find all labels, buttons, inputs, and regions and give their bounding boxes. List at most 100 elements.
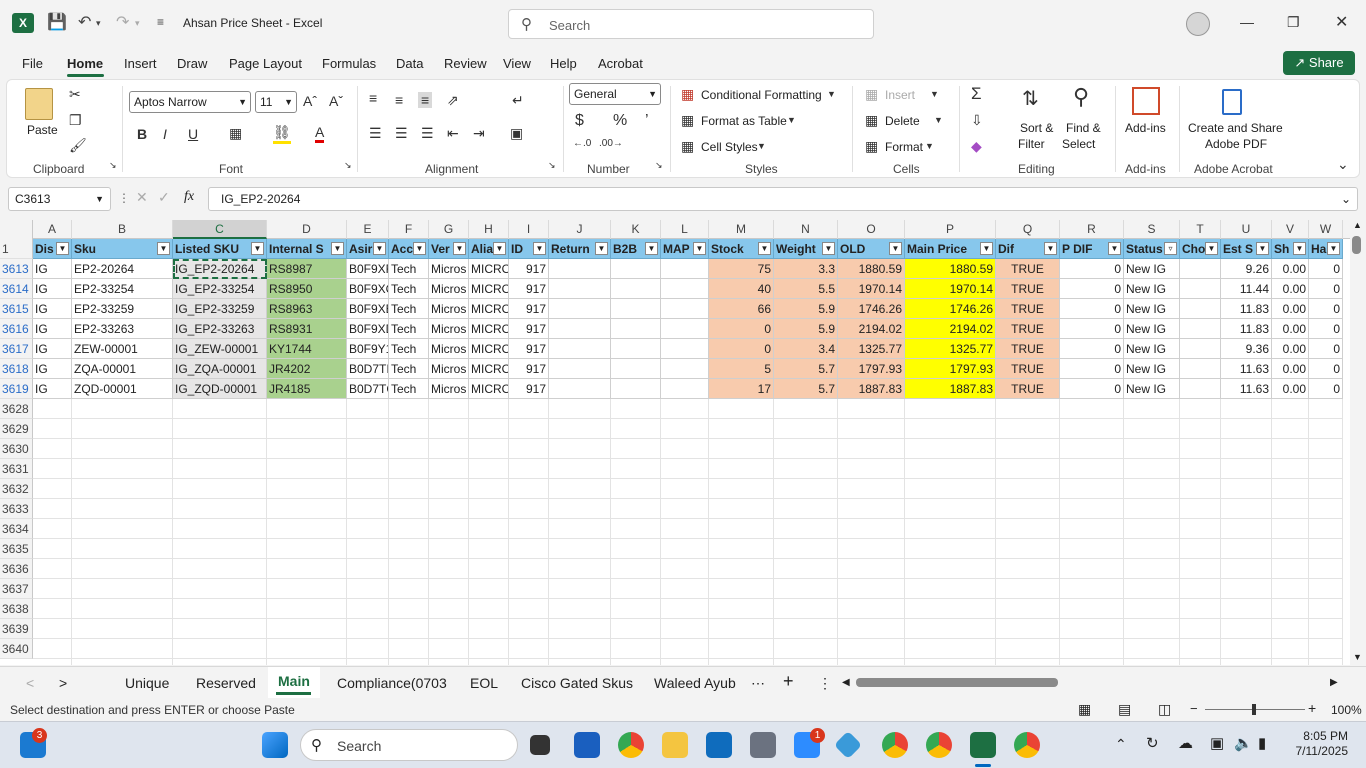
table-cell[interactable]: 0 [1309, 319, 1343, 339]
filter-dropdown-icon[interactable]: ▼ [980, 242, 993, 255]
table-cell[interactable]: 11.63 [1221, 359, 1272, 379]
row-number[interactable]: 1 [0, 239, 33, 259]
table-cell[interactable]: 1746.26 [838, 299, 905, 319]
table-cell[interactable] [549, 339, 611, 359]
table-cell[interactable]: 1880.59 [905, 259, 996, 279]
table-cell[interactable]: 0 [1309, 279, 1343, 299]
start-icon[interactable] [262, 732, 288, 758]
filter-dropdown-icon[interactable]: ▼ [157, 242, 170, 255]
table-cell[interactable] [1180, 259, 1221, 279]
name-box[interactable]: C3613 ▼ [8, 187, 111, 211]
column-header-l[interactable]: L [661, 220, 709, 239]
table-cell[interactable]: New IG [1124, 259, 1180, 279]
tab-insert[interactable]: Insert [124, 56, 157, 71]
filter-dropdown-icon[interactable]: ▼ [595, 242, 608, 255]
table-cell[interactable] [611, 299, 661, 319]
worksheet-grid[interactable]: ABCDEFGHIJKLMNOPQRSTUVW 1 Dis ▼ Sku ▼ Listed … [0, 220, 1350, 665]
column-header-e[interactable]: E [347, 220, 389, 239]
zoom-slider-thumb[interactable] [1252, 704, 1256, 715]
sheet-tab-main[interactable]: Main [278, 673, 310, 689]
volume-icon[interactable]: 🔈 [1234, 734, 1253, 752]
zoom-in-icon[interactable]: + [1308, 700, 1316, 716]
tab-file[interactable]: File [22, 56, 43, 71]
table-cell[interactable]: EP2-33254 [72, 279, 173, 299]
scroll-down-icon[interactable]: ▼ [1353, 652, 1362, 662]
table-cell[interactable]: 0.00 [1272, 319, 1309, 339]
currency-icon[interactable]: $ [575, 112, 584, 130]
vertical-scroll-thumb[interactable] [1352, 236, 1361, 254]
table-cell[interactable]: 917 [509, 359, 549, 379]
filter-active-icon[interactable]: ▿ [1164, 242, 1177, 255]
align-bottom-icon[interactable]: ≡ [418, 92, 433, 108]
table-cell[interactable]: 1325.77 [905, 339, 996, 359]
table-cell[interactable] [611, 319, 661, 339]
table-cell[interactable]: TRUE [996, 299, 1060, 319]
table-cell[interactable]: 11.44 [1221, 279, 1272, 299]
table-cell[interactable] [1180, 299, 1221, 319]
table-cell[interactable]: 5.7 [774, 379, 838, 399]
table-cell[interactable]: 75 [709, 259, 774, 279]
table-cell[interactable]: 0.00 [1272, 259, 1309, 279]
save-icon[interactable]: 💾 [47, 12, 67, 32]
filter-dropdown-icon[interactable]: ▼ [1293, 242, 1306, 255]
row-number[interactable]: 3632 [0, 479, 33, 499]
table-cell[interactable] [549, 259, 611, 279]
table-header-cell[interactable]: Cho ▼ [1180, 239, 1221, 259]
table-cell[interactable]: IG [33, 379, 72, 399]
table-cell[interactable]: 0 [1309, 259, 1343, 279]
table-cell[interactable]: TRUE [996, 359, 1060, 379]
table-cell[interactable]: ZQA-00001 [72, 359, 173, 379]
column-header-o[interactable]: O [838, 220, 905, 239]
cut-icon[interactable]: ✂ [69, 86, 81, 103]
row-number[interactable]: 3638 [0, 599, 33, 619]
table-cell[interactable]: ZEW-00001 [72, 339, 173, 359]
filter-dropdown-icon[interactable]: ▼ [822, 242, 835, 255]
table-cell[interactable]: 0.00 [1272, 279, 1309, 299]
bold-button[interactable]: B [137, 126, 147, 142]
find-select-label-1[interactable]: Find & [1066, 121, 1101, 135]
select-all-corner[interactable] [0, 220, 33, 239]
increase-decimal-icon[interactable]: ←.0 [573, 138, 591, 149]
insert-function-button[interactable]: fx [184, 189, 194, 205]
column-header-h[interactable]: H [469, 220, 509, 239]
sheet-tab-compliance[interactable]: Compliance(0703 [337, 675, 447, 691]
table-cell[interactable] [549, 319, 611, 339]
row-number[interactable]: 3618 [0, 359, 33, 379]
table-cell[interactable]: New IG [1124, 359, 1180, 379]
filter-dropdown-icon[interactable]: ▼ [1108, 242, 1121, 255]
increase-font-icon[interactable]: Aˆ [303, 93, 317, 109]
table-cell[interactable] [611, 259, 661, 279]
task-view-icon[interactable] [530, 735, 550, 755]
column-header-r[interactable]: R [1060, 220, 1124, 239]
table-cell[interactable]: 1880.59 [838, 259, 905, 279]
table-cell[interactable]: 917 [509, 259, 549, 279]
app-diamond-icon[interactable] [833, 730, 863, 760]
row-number[interactable]: 3635 [0, 539, 33, 559]
table-cell[interactable]: MICRO [469, 359, 509, 379]
clear-icon[interactable]: ◆ [971, 138, 982, 155]
orientation-icon[interactable]: ⇗ [447, 92, 459, 109]
table-cell[interactable]: 917 [509, 319, 549, 339]
table-cell[interactable]: IG_EP2-33259 [173, 299, 267, 319]
vertical-scrollbar[interactable]: ▲ ▼ [1350, 220, 1366, 665]
table-cell[interactable]: EP2-33259 [72, 299, 173, 319]
redo-dropdown-icon[interactable]: ▾ [135, 18, 140, 29]
table-cell[interactable]: TRUE [996, 379, 1060, 399]
store-icon[interactable] [574, 732, 600, 758]
table-header-cell[interactable]: Dif ▼ [996, 239, 1060, 259]
tab-acrobat[interactable]: Acrobat [598, 56, 643, 71]
table-header-cell[interactable]: Sku ▼ [72, 239, 173, 259]
format-cells-button[interactable]: Format [885, 140, 923, 154]
align-left-icon[interactable]: ☰ [369, 125, 382, 142]
clock[interactable]: 8:05 PM 7/11/2025 [1290, 729, 1349, 759]
table-cell[interactable]: TRUE [996, 279, 1060, 299]
table-cell[interactable] [1180, 279, 1221, 299]
table-cell[interactable]: ZQD-00001 [72, 379, 173, 399]
chrome-profile-3-icon[interactable] [1014, 732, 1040, 758]
table-cell[interactable]: JR4185 [267, 379, 347, 399]
row-number[interactable]: 3616 [0, 319, 33, 339]
format-as-table-button[interactable]: Format as Table [701, 114, 787, 128]
column-header-c[interactable]: C [173, 220, 267, 239]
row-number[interactable]: 3614 [0, 279, 33, 299]
table-cell[interactable]: 11.83 [1221, 319, 1272, 339]
